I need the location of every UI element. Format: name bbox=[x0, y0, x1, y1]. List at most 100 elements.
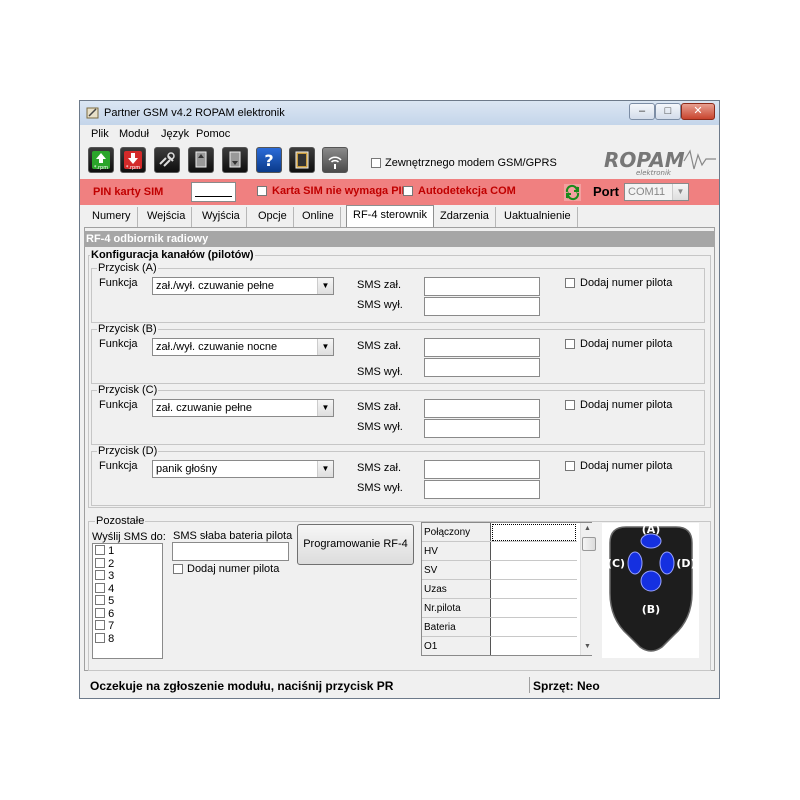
status-row-value[interactable] bbox=[490, 560, 577, 580]
status-row-label: Nr.pilota bbox=[422, 598, 491, 618]
sms-recipient-5[interactable]: 5 bbox=[95, 595, 114, 608]
status-row-value[interactable] bbox=[490, 523, 577, 542]
remote-label-c: (C) bbox=[607, 557, 625, 570]
signal-button[interactable] bbox=[322, 147, 348, 173]
tab-rf4-sterownik[interactable]: RF-4 sterownik bbox=[346, 205, 434, 227]
status-row-value[interactable] bbox=[490, 636, 577, 655]
button-a-sms-off-input[interactable] bbox=[424, 297, 540, 316]
scroll-up-icon[interactable]: ▲ bbox=[584, 525, 591, 532]
exit-button[interactable] bbox=[289, 147, 315, 173]
button-b-function-select[interactable]: zał./wył. czuwanie nocne ▼ bbox=[152, 338, 334, 356]
sms-recipient-4-label: 4 bbox=[108, 582, 115, 595]
status-message: Oczekuje na zgłoszenie modułu, naciśnij … bbox=[90, 679, 394, 693]
write-module-icon bbox=[229, 151, 241, 168]
menu-modul[interactable]: Moduł bbox=[119, 128, 149, 140]
status-row-value[interactable] bbox=[490, 541, 577, 561]
button-b-function-value: zał./wył. czuwanie nocne bbox=[156, 341, 278, 353]
sms-recipient-4[interactable]: 4 bbox=[95, 582, 115, 596]
port-select[interactable]: COM11 ▼ bbox=[624, 183, 689, 201]
menu-jezyk[interactable]: Język bbox=[161, 128, 189, 140]
status-row-value[interactable] bbox=[490, 598, 577, 618]
button-c-sms-off-input[interactable] bbox=[424, 419, 540, 438]
button-b-group: Przycisk (B) Funkcja zał./wył. czuwanie … bbox=[91, 323, 705, 384]
rpm-download-button[interactable]: *.rpm bbox=[120, 147, 146, 173]
button-a-function-select[interactable]: zał./wył. czuwanie pełne ▼ bbox=[152, 277, 334, 295]
scroll-down-icon[interactable]: ▼ bbox=[584, 643, 591, 650]
sim-no-pin-checkbox[interactable] bbox=[257, 186, 267, 198]
close-button[interactable]: ✕ bbox=[681, 103, 715, 120]
tab-wejscia[interactable]: Wejścia bbox=[141, 207, 193, 227]
signal-icon bbox=[328, 156, 342, 169]
sms-recipient-6[interactable]: 6 bbox=[95, 607, 114, 621]
tab-zdarzenia[interactable]: Zdarzenia bbox=[434, 207, 496, 227]
toolbar: *.rpm *.rpm ? Zewnętrznego modem GSM/GPR… bbox=[80, 143, 719, 179]
button-a-add-pilot-label: Dodaj numer pilota bbox=[580, 277, 673, 289]
tab-online[interactable]: Online bbox=[296, 207, 341, 227]
low-battery-add-pilot-checkbox[interactable] bbox=[173, 564, 183, 576]
menu-plik[interactable]: Plik bbox=[91, 128, 109, 140]
low-battery-add-pilot-label: Dodaj numer pilota bbox=[187, 563, 280, 575]
maximize-button[interactable]: □ bbox=[655, 103, 681, 120]
button-d-sms-on-input[interactable] bbox=[424, 460, 540, 479]
menu-pomoc[interactable]: Pomoc bbox=[196, 128, 230, 140]
autodetect-checkbox[interactable] bbox=[403, 186, 413, 198]
sim-no-pin-label: Karta SIM nie wymaga PIN bbox=[272, 185, 410, 197]
button-b-sms-off-input[interactable] bbox=[424, 358, 540, 377]
button-a-add-pilot-checkbox[interactable] bbox=[565, 278, 575, 290]
button-c-function-value: zał. czuwanie pełne bbox=[156, 402, 253, 414]
low-battery-input[interactable] bbox=[172, 542, 289, 561]
remote-label-d: (D) bbox=[676, 557, 695, 570]
external-modem-label: Zewnętrznego modem GSM/GPRS bbox=[385, 157, 557, 169]
minimize-button[interactable]: – bbox=[629, 103, 655, 120]
channel-config-title: Konfiguracja kanałów (pilotów) bbox=[90, 249, 255, 261]
button-c-function-select[interactable]: zał. czuwanie pełne ▼ bbox=[152, 399, 334, 417]
button-d-sms-off-input[interactable] bbox=[424, 480, 540, 499]
pin-input[interactable] bbox=[191, 182, 236, 202]
button-c-sms-on-input[interactable] bbox=[424, 399, 540, 418]
tab-uaktualnienie[interactable]: Uaktualnienie bbox=[498, 207, 578, 227]
status-bar: Oczekuje na zgłoszenie modułu, naciśnij … bbox=[84, 675, 715, 695]
sms-recipient-2-label: 2 bbox=[108, 557, 115, 570]
rf4-section-header: RF-4 odbiornik radiowy bbox=[84, 231, 715, 247]
status-row-value[interactable] bbox=[490, 617, 577, 637]
sms-recipient-2[interactable]: 2 bbox=[95, 557, 115, 571]
status-row-label: Bateria bbox=[422, 617, 491, 637]
program-rf4-button[interactable]: Programowanie RF-4 bbox=[297, 524, 414, 565]
write-module-button[interactable] bbox=[222, 147, 248, 173]
sms-recipient-5-label: 5 bbox=[108, 595, 115, 607]
refresh-button[interactable] bbox=[564, 184, 581, 201]
button-d-function-select[interactable]: panik głośny ▼ bbox=[152, 460, 334, 478]
sms-recipient-3[interactable]: 3 bbox=[95, 570, 114, 583]
status-row-value[interactable] bbox=[490, 579, 577, 599]
app-icon bbox=[86, 107, 99, 119]
button-b-function-label: Funkcja bbox=[99, 338, 138, 350]
scroll-thumb[interactable] bbox=[582, 537, 596, 551]
button-c-dropdown-icon: ▼ bbox=[317, 400, 333, 416]
remote-label-a: (A) bbox=[642, 523, 661, 536]
sms-recipient-7-label: 7 bbox=[108, 620, 115, 632]
button-c-add-pilot-checkbox[interactable] bbox=[565, 400, 575, 412]
tab-opcje[interactable]: Opcje bbox=[252, 207, 294, 227]
tab-numery[interactable]: Numery bbox=[86, 207, 138, 227]
connect-button[interactable] bbox=[154, 147, 180, 173]
tab-wyjscia[interactable]: Wyjścia bbox=[196, 207, 247, 227]
button-b-sms-on-input[interactable] bbox=[424, 338, 540, 357]
button-b-add-pilot-checkbox[interactable] bbox=[565, 339, 575, 351]
status-row: Uzas bbox=[422, 579, 577, 599]
status-grid-scrollbar[interactable]: ▲ ▼ bbox=[580, 523, 597, 655]
button-a-sms-off-label: SMS wył. bbox=[357, 299, 403, 311]
sms-recipient-7[interactable]: 7 bbox=[95, 620, 114, 633]
sms-recipient-1[interactable]: 1 bbox=[95, 545, 114, 558]
send-sms-list: 1 2 3 4 5 6 7 8 bbox=[92, 543, 163, 659]
low-battery-label: SMS słaba bateria pilota bbox=[173, 530, 293, 542]
sms-recipient-8[interactable]: 8 bbox=[95, 632, 114, 646]
status-grid: Połączony HV SV Uzas Nr.pilota Bateria O… bbox=[421, 522, 592, 656]
other-title: Pozostałe bbox=[95, 515, 146, 527]
button-d-add-pilot-checkbox[interactable] bbox=[565, 461, 575, 473]
help-button[interactable]: ? bbox=[256, 147, 282, 173]
external-modem-checkbox[interactable] bbox=[371, 158, 381, 170]
status-row: Nr.pilota bbox=[422, 598, 577, 618]
rpm-upload-button[interactable]: *.rpm bbox=[88, 147, 114, 173]
button-a-sms-on-input[interactable] bbox=[424, 277, 540, 296]
read-module-button[interactable] bbox=[188, 147, 214, 173]
